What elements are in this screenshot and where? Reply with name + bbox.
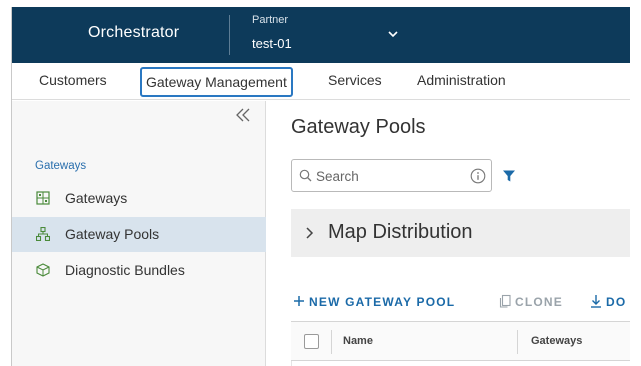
chevron-right-icon [306, 227, 314, 239]
grid-header: Name Gateways [291, 321, 630, 361]
header-divider [229, 15, 230, 55]
column-header-gateways[interactable]: Gateways [531, 335, 582, 347]
tab-administration[interactable]: Administration [417, 72, 506, 88]
plus-icon [294, 296, 304, 306]
column-separator [331, 330, 332, 354]
sidebar-item-label: Gateway Pools [65, 226, 160, 242]
info-icon[interactable] [470, 168, 486, 184]
sidebar-item-label: Diagnostic Bundles [65, 262, 185, 278]
sidebar-item-label: Gateways [65, 190, 128, 206]
column-header-name[interactable]: Name [343, 335, 373, 347]
sidebar-item-gateway-pools[interactable]: Gateway Pools [12, 217, 266, 252]
table-row [291, 361, 630, 366]
main-content: Gateway Pools Map Distribution [267, 101, 630, 366]
copy-icon [499, 294, 511, 308]
partner-label: Partner [252, 14, 289, 26]
clone-label: CLONE [515, 295, 563, 309]
cube-icon [36, 263, 50, 277]
gateway-pools-icon [36, 227, 50, 241]
sidebar-section-gateways: Gateways [35, 160, 87, 172]
select-all-checkbox[interactable] [304, 334, 319, 349]
column-separator[interactable] [517, 330, 518, 354]
download-label: DO [606, 295, 627, 309]
app-title: Orchestrator [88, 24, 180, 41]
collapse-sidebar-icon[interactable] [234, 107, 252, 123]
tab-services[interactable]: Services [328, 72, 382, 88]
gateway-icon [36, 191, 50, 205]
app-header: Orchestrator Partner test-01 [12, 7, 630, 63]
map-distribution-label: Map Distribution [328, 221, 473, 243]
page-title: Gateway Pools [291, 116, 426, 138]
sidebar-item-diagnostic-bundles[interactable]: Diagnostic Bundles [12, 253, 266, 288]
sidebar-item-gateways[interactable]: Gateways [12, 181, 266, 216]
filter-icon[interactable] [502, 169, 516, 183]
tab-customers[interactable]: Customers [39, 72, 107, 88]
new-gateway-pool-label: NEW GATEWAY POOL [309, 295, 456, 309]
app-frame: Orchestrator Partner test-01 Customers G… [11, 7, 630, 366]
search-box[interactable] [291, 159, 492, 192]
search-input[interactable] [316, 166, 461, 186]
partner-selector[interactable]: test-01 [252, 36, 292, 51]
sidebar: Gateways Gateways Gateway Pools Diagnost… [12, 101, 266, 366]
chevron-down-icon[interactable] [386, 29, 400, 39]
map-distribution-toggle[interactable]: Map Distribution [291, 209, 630, 257]
top-nav: Customers Gateway Management Services Ad… [12, 63, 630, 100]
download-icon [591, 295, 601, 308]
search-icon [299, 169, 312, 182]
tab-gateway-management[interactable]: Gateway Management [140, 67, 293, 97]
